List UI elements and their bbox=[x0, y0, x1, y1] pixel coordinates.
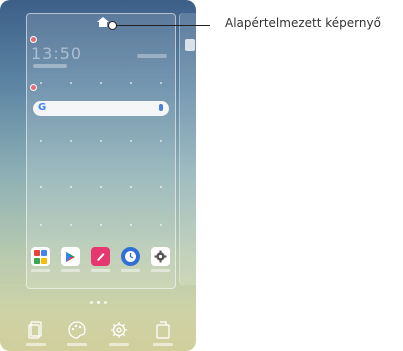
bottom-label-line bbox=[67, 343, 87, 346]
google-logo: G bbox=[38, 102, 47, 113]
app-label-line bbox=[31, 269, 50, 272]
date-line bbox=[33, 64, 67, 68]
home-settings-gear-icon[interactable] bbox=[108, 319, 130, 341]
grid-dot bbox=[130, 82, 132, 84]
grid-dot bbox=[70, 186, 72, 188]
callout-anchor-dot bbox=[108, 21, 117, 30]
play-triangle-icon bbox=[66, 251, 75, 262]
widgets-glyph-icon bbox=[156, 321, 170, 339]
grid-dot bbox=[70, 82, 72, 84]
grid-dot bbox=[40, 224, 42, 226]
clock-app-icon[interactable] bbox=[121, 247, 140, 266]
grid-dot bbox=[160, 140, 162, 142]
grid-dot bbox=[160, 224, 162, 226]
google-search-bar[interactable]: G bbox=[33, 101, 169, 116]
bottom-label-line bbox=[26, 343, 46, 346]
palette-glyph-icon bbox=[68, 321, 86, 339]
clock-face-icon bbox=[125, 251, 136, 262]
wallpapers-icon[interactable] bbox=[25, 319, 47, 341]
grid-dot bbox=[40, 82, 42, 84]
grid-dot bbox=[40, 140, 42, 142]
themes-palette-icon[interactable] bbox=[66, 319, 88, 341]
home-page-preview[interactable]: 13:50 G bbox=[26, 13, 176, 289]
grid-dot bbox=[70, 224, 72, 226]
app-label-line bbox=[61, 269, 80, 272]
grid-dot bbox=[40, 186, 42, 188]
grid-dot bbox=[70, 140, 72, 142]
folder-app-icon[interactable] bbox=[31, 247, 50, 266]
gear-icon bbox=[154, 250, 167, 263]
app-label-line bbox=[151, 269, 170, 272]
notes-pen-icon[interactable] bbox=[91, 247, 110, 266]
app-icon-preview bbox=[185, 39, 195, 51]
callout-leader-line bbox=[112, 25, 210, 26]
next-page-preview[interactable] bbox=[179, 13, 196, 285]
grid-dot bbox=[100, 140, 102, 142]
grid-dot bbox=[100, 224, 102, 226]
callout-label: Alapértelmezett képernyő bbox=[225, 16, 381, 30]
page-indicator-dot[interactable] bbox=[90, 301, 93, 304]
bottom-label-line bbox=[153, 343, 173, 346]
grid-dot bbox=[160, 186, 162, 188]
grid-dot bbox=[130, 224, 132, 226]
wallpapers-glyph-icon bbox=[28, 321, 42, 339]
widgets-icon[interactable] bbox=[152, 319, 174, 341]
grid-dot bbox=[100, 82, 102, 84]
bottom-label-line bbox=[109, 343, 129, 346]
app-label-line bbox=[121, 269, 140, 272]
app-label-line bbox=[91, 269, 110, 272]
grid-dot bbox=[130, 186, 132, 188]
page-indicator-dot-active[interactable] bbox=[97, 301, 100, 304]
play-store-icon[interactable] bbox=[61, 247, 80, 266]
grid-dot bbox=[130, 140, 132, 142]
grid-dot bbox=[160, 82, 162, 84]
pen-icon bbox=[97, 253, 105, 261]
page-indicator-dot[interactable] bbox=[104, 301, 107, 304]
grid-dot bbox=[100, 186, 102, 188]
gear-outline-icon bbox=[111, 322, 127, 338]
mic-icon[interactable] bbox=[159, 104, 163, 111]
settings-gear-icon[interactable] bbox=[151, 247, 170, 266]
clock-widget: 13:50 bbox=[31, 44, 83, 63]
weather-line bbox=[137, 54, 167, 58]
phone-screen: 13:50 G bbox=[0, 0, 196, 351]
